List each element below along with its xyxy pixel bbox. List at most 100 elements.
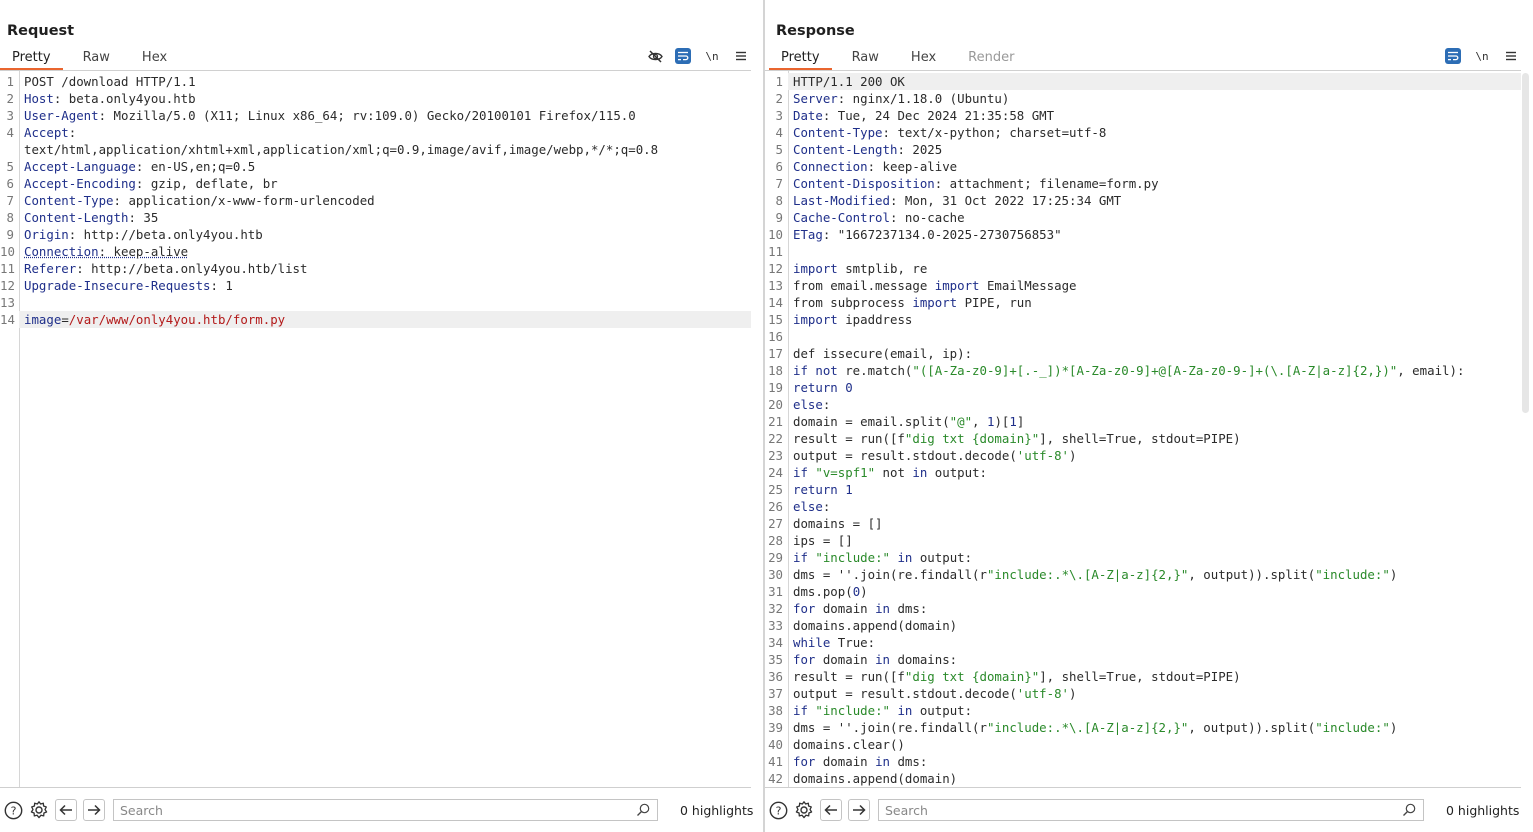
next-match-button[interactable]: [83, 799, 105, 821]
request-search-input[interactable]: [120, 802, 635, 818]
request-code-line: 7 Content-Type: application/x-www-form-ur…: [0, 192, 751, 209]
previous-match-button[interactable]: [55, 799, 77, 821]
line-content: from subprocess import PIPE, run: [788, 294, 1521, 311]
line-number: 10: [768, 227, 783, 242]
code-token: domain: [815, 754, 876, 769]
line-number: 10: [0, 244, 15, 259]
line-content: if "include:" in output:: [788, 549, 1521, 566]
search-icon[interactable]: [635, 802, 651, 818]
show-newlines-button[interactable]: \n: [1473, 48, 1491, 64]
line-number: 24: [768, 465, 783, 480]
line-number: 21: [768, 414, 783, 429]
response-code-line: 34 while True:: [765, 634, 1521, 651]
code-token: Connection: [24, 244, 99, 259]
request-tab-pretty[interactable]: Pretty: [0, 47, 63, 71]
response-code-line: 16: [765, 328, 1521, 345]
code-token: "include:.*\.[A-Z|a-z]{2,}": [986, 567, 1189, 582]
response-editor[interactable]: 1 HTTP/1.1 200 OK 2 Server: nginx/1.18.0 (U…: [765, 71, 1521, 787]
response-tabs: Pretty Raw Hex Render: [769, 47, 1034, 71]
code-token: if: [793, 465, 808, 480]
gear-icon[interactable]: [794, 800, 814, 820]
code-token: import: [793, 261, 838, 276]
request-search-box: [113, 799, 658, 821]
request-code-line: 5 Accept-Language: en-US,en;q=0.5: [0, 158, 751, 175]
response-scrollbar[interactable]: [1522, 73, 1529, 413]
response-code-line: 40 domains.clear(): [765, 736, 1521, 753]
code-token: for: [793, 601, 816, 616]
request-code-line: 11 Referer: http://beta.only4you.htb/list: [0, 260, 751, 277]
line-number: 40: [768, 737, 783, 752]
line-number: 20: [768, 397, 783, 412]
line-content: domains = []: [788, 515, 1521, 532]
response-code-line: 29 if "include:" in output:: [765, 549, 1521, 566]
response-tab-pretty[interactable]: Pretty: [769, 47, 832, 71]
line-number: 13: [768, 278, 783, 293]
eye-slash-icon[interactable]: [647, 48, 663, 64]
code-token: : Mon, 31 Oct 2022 17:25:34 GMT: [889, 193, 1122, 208]
code-token: ]: [1016, 414, 1025, 429]
response-code-line: 32 for domain in dms:: [765, 600, 1521, 617]
code-token: Cache-Control: [793, 210, 890, 225]
code-token: ips = []: [793, 533, 853, 548]
response-code-line: 2 Server: nginx/1.18.0 (Ubuntu): [765, 90, 1521, 107]
code-token: return: [793, 482, 838, 497]
line-content: Date: Tue, 24 Dec 2024 21:35:58 GMT: [788, 107, 1521, 124]
request-editor[interactable]: 1 POST /download HTTP/1.1 2 Host: beta.only…: [0, 71, 751, 787]
response-title: Response: [776, 23, 855, 39]
code-token: =: [61, 312, 69, 327]
search-icon[interactable]: [1401, 802, 1417, 818]
next-match-button[interactable]: [848, 799, 870, 821]
response-code-line: 19 return 0: [765, 379, 1521, 396]
code-token: return: [793, 380, 838, 395]
word-wrap-icon[interactable]: [1445, 48, 1461, 64]
request-tab-hex[interactable]: Hex: [130, 47, 179, 71]
request-code-line: 12 Upgrade-Insecure-Requests: 1: [0, 277, 751, 294]
code-token: 0: [845, 380, 853, 395]
response-tab-raw[interactable]: Raw: [840, 47, 891, 71]
response-code-line: 10 ETag: "1667237134.0-2025-2730756853": [765, 226, 1521, 243]
line-number: 11: [768, 244, 783, 259]
line-number: 37: [768, 686, 783, 701]
code-token: for: [793, 652, 816, 667]
request-code-line: 8 Content-Length: 35: [0, 209, 751, 226]
code-token: : keep-alive: [98, 244, 189, 259]
line-content: User-Agent: Mozilla/5.0 (X11; Linux x86_…: [19, 107, 751, 124]
arrow-right-icon: [88, 804, 101, 816]
line-number: 8: [6, 210, 14, 225]
response-code-line: 36 result = run([f"dig txt {domain}"], sh…: [765, 668, 1521, 685]
request-code-line: 4 Accept:: [0, 124, 751, 141]
code-token: : "1667237134.0-2025-2730756853": [822, 227, 1062, 242]
help-icon[interactable]: ?: [768, 800, 788, 820]
line-content: if "v=spf1" not in output:: [788, 464, 1521, 481]
code-token: else: [793, 397, 823, 412]
show-newlines-button[interactable]: \n: [703, 48, 721, 64]
code-token: : no-cache: [889, 210, 965, 225]
request-tab-raw[interactable]: Raw: [71, 47, 122, 71]
hamburger-menu-icon[interactable]: [1503, 48, 1519, 64]
line-number: 32: [768, 601, 783, 616]
code-token: output:: [912, 550, 973, 565]
request-panel: Request Pretty Raw Hex \n 1 POST /downloa…: [0, 0, 763, 832]
line-number: 9: [775, 210, 783, 225]
code-token: PIPE, run: [957, 295, 1032, 310]
line-content: Upgrade-Insecure-Requests: 1: [19, 277, 751, 294]
response-search-input[interactable]: [885, 802, 1401, 818]
line-number: 39: [768, 720, 783, 735]
code-token: 1: [845, 482, 853, 497]
response-tab-hex[interactable]: Hex: [899, 47, 948, 71]
line-number: 18: [768, 363, 783, 378]
line-content: Content-Type: application/x-www-form-url…: [19, 192, 751, 209]
line-content: for domain in domains:: [788, 651, 1521, 668]
code-token: import: [793, 312, 838, 327]
response-tab-render[interactable]: Render: [956, 47, 1026, 71]
code-token: result = run([f: [793, 431, 905, 446]
code-token: dms.pop(: [793, 584, 853, 599]
code-token: dms:: [890, 601, 928, 616]
help-icon[interactable]: ?: [3, 800, 23, 820]
previous-match-button[interactable]: [820, 799, 842, 821]
hamburger-menu-icon[interactable]: [733, 48, 749, 64]
word-wrap-icon[interactable]: [675, 48, 691, 64]
gear-icon[interactable]: [29, 800, 49, 820]
code-token: Server: [793, 91, 838, 106]
code-token: while: [793, 635, 831, 650]
